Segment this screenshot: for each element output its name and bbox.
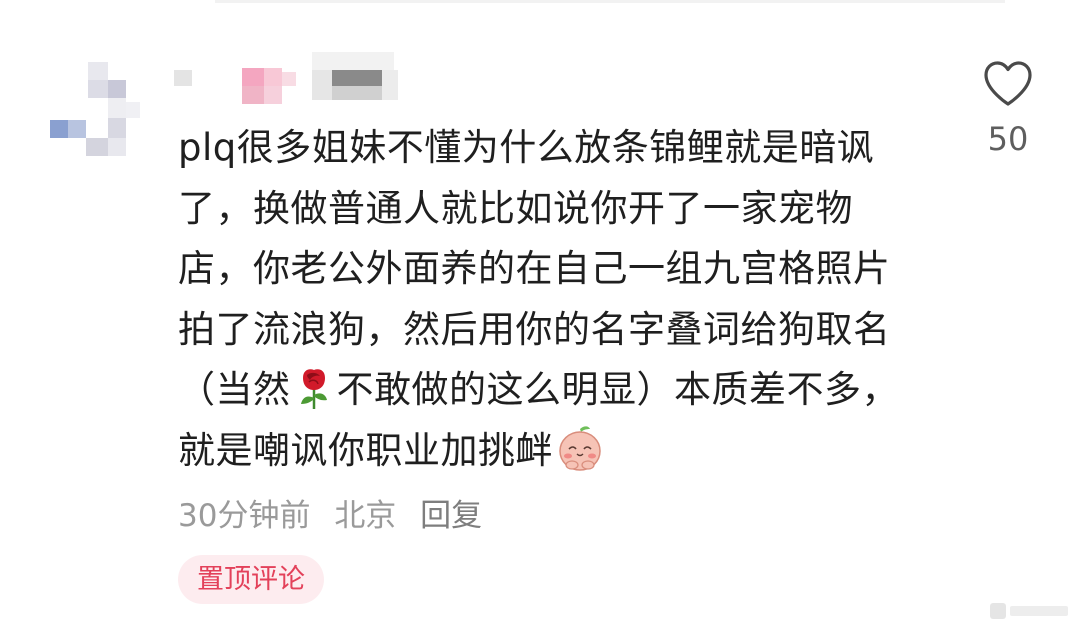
comment-line: plq很多姐妹不懂为什么放条锦鲤就是暗讽 <box>178 126 875 169</box>
pinned-comment-badge: 置顶评论 <box>178 555 324 604</box>
user-avatar[interactable] <box>50 62 140 162</box>
comment-line: 就是嘲讽你职业加挑衅 <box>178 421 948 482</box>
peach-face-emoji <box>559 425 601 471</box>
comment-fragment: 不敢做的这么明显）本质差不多， <box>336 368 899 411</box>
reply-button[interactable]: 回复 <box>420 498 482 534</box>
watermark-logo <box>990 603 1068 619</box>
comment-text: plq很多姐妹不懂为什么放条锦鲤就是暗讽 了，换做普通人就比如说你开了一家宠物 … <box>178 118 948 481</box>
comment-location: 北京 <box>334 498 397 534</box>
username-pixelated[interactable] <box>170 52 410 104</box>
comment-line: （当然 不敢做的这么明显）本质差不多， <box>178 360 948 421</box>
comment-line: 拍了流浪狗，然后用你的名字叠词给狗取名 <box>178 307 891 351</box>
comment-line: 店，你老公外面养的在自己一组九宫格照片 <box>178 247 891 290</box>
comment-fragment: 就是嘲讽你职业加挑衅 <box>178 428 553 472</box>
comment-fragment: （当然 <box>178 368 291 411</box>
heart-outline-icon[interactable] <box>982 60 1034 108</box>
rose-emoji <box>300 369 327 409</box>
comment-meta: 30分钟前 北京 回复 <box>178 490 496 535</box>
comment-line: 了，换做普通人就比如说你开了一家宠物 <box>178 186 853 230</box>
like-count: 50 <box>987 120 1029 158</box>
comment-time: 30分钟前 <box>178 498 311 534</box>
top-divider <box>215 0 1005 3</box>
